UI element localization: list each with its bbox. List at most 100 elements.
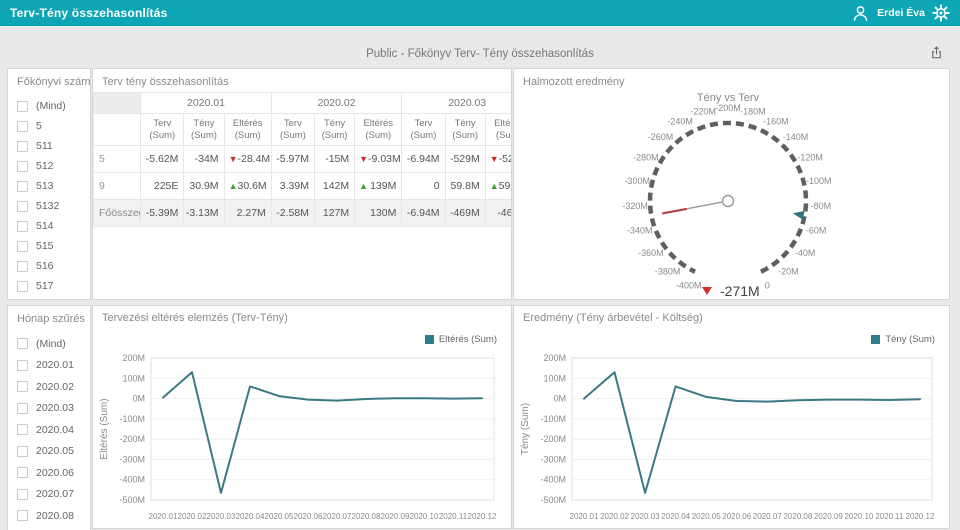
plot-border: [571, 357, 933, 501]
filter-option-label: 5: [36, 120, 42, 132]
account-filter-option[interactable]: 515: [17, 236, 90, 256]
checkbox[interactable]: [17, 381, 28, 393]
account-filter-option[interactable]: (Mind): [17, 96, 90, 116]
month-filter-option[interactable]: 2020.05: [17, 441, 90, 463]
gauge-tick-label: -80M: [811, 201, 832, 211]
gear-icon[interactable]: [932, 4, 950, 22]
month-filter-option[interactable]: 2020.01: [17, 355, 90, 377]
month-filter-option[interactable]: 2020.07: [17, 484, 90, 506]
terv-value-cell: -5.39M: [140, 199, 185, 227]
checkbox[interactable]: [17, 424, 28, 436]
comparison-table-title: Terv tény összehasonlítás: [102, 76, 229, 88]
variance-line-chart[interactable]: 200M 100M 0M -100M -200M -300M -400M -500M 2020.…: [93, 306, 511, 528]
table-corner-cell: [93, 92, 142, 114]
user-avatar-icon[interactable]: [851, 4, 870, 23]
filter-option-label: 2020.04: [36, 423, 74, 436]
account-filter-option[interactable]: 513: [17, 176, 90, 196]
terv-value-cell: 0: [401, 172, 446, 200]
account-filter-option[interactable]: 512: [17, 156, 90, 176]
page-title: Terv-Tény összehasonlítás: [10, 6, 168, 20]
teny-value-cell: -469M: [444, 199, 486, 227]
checkbox[interactable]: [17, 200, 28, 212]
checkbox[interactable]: [17, 510, 28, 522]
month-filter-option[interactable]: 2020.08: [17, 505, 90, 527]
gauge-tick-label: -240M: [667, 116, 693, 126]
x-tick-label: 2020.05: [265, 512, 294, 521]
elteres-value-cell: ▼ -9.03M: [354, 145, 403, 173]
y-tick-label: -200M: [540, 434, 566, 444]
elteres-value: 30.6M: [237, 180, 267, 192]
x-tick-label: 2020.08: [783, 512, 812, 521]
table-row[interactable]: 5 -5.62M -34M ▼ -28.4M -5.97M -15M ▼ -9.03M -6.94…: [93, 145, 511, 173]
month-header: 2020.02: [270, 92, 403, 114]
result-line-chart[interactable]: 200M 100M 0M -100M -200M -300M -400M -500M 2020.…: [514, 306, 949, 528]
terv-value-cell: 3.39M: [270, 172, 315, 200]
table-row[interactable]: Főösszeg -5.39M -3.13M 2.27M -2.58M 127M 130M -…: [93, 199, 511, 227]
x-tick-label: 2020.11: [439, 512, 468, 521]
checkbox[interactable]: [17, 488, 28, 500]
checkbox[interactable]: [17, 338, 28, 350]
table-empty-cell: [93, 113, 142, 146]
result-chart-panel: Eredmény (Tény árbevétel - Költség) Tény…: [513, 305, 950, 529]
gauge-tick-label: -180M: [740, 106, 766, 116]
month-filter-option[interactable]: 2020.02: [17, 376, 90, 398]
account-filter-option[interactable]: 514: [17, 216, 90, 236]
filter-option-label: 2020.07: [36, 488, 74, 501]
checkbox[interactable]: [17, 220, 28, 232]
account-filter-option[interactable]: 511: [17, 136, 90, 156]
elteres-value: -9.03M: [368, 153, 401, 165]
terv-value-cell: -5.97M: [270, 145, 315, 173]
checkbox[interactable]: [17, 359, 28, 371]
checkbox[interactable]: [17, 467, 28, 479]
checkbox[interactable]: [17, 240, 28, 252]
x-tick-label: 2020.07: [323, 512, 352, 521]
checkbox[interactable]: [17, 260, 28, 272]
gauge-needle-tip: [661, 207, 687, 215]
measure-header: Tény (Sum): [183, 113, 225, 146]
checkbox[interactable]: [17, 120, 28, 132]
gauge-tick-label: -360M: [638, 248, 664, 258]
checkbox[interactable]: [17, 100, 28, 112]
filter-option-label: 516: [36, 260, 54, 272]
table-row[interactable]: 9225E30.9M▲30.6M3.39M142M▲139M059.8M▲59.…: [93, 172, 511, 200]
account-filter-option[interactable]: 521: [17, 296, 90, 299]
checkbox[interactable]: [17, 280, 28, 292]
share-icon[interactable]: [929, 45, 944, 60]
breadcrumb: Public - Főkönyv Terv- Tény összehasonlí…: [366, 48, 594, 60]
checkbox[interactable]: [17, 445, 28, 457]
x-tick-label: 2020.08: [352, 512, 381, 521]
y-tick-label: 200M: [543, 353, 566, 363]
elteres-value: 59.8M: [498, 180, 511, 192]
x-tick-label: 2020.03: [631, 512, 660, 521]
month-filter-option[interactable]: 2020.06: [17, 462, 90, 484]
month-filter-option[interactable]: 2020.04: [17, 419, 90, 441]
gauge-panel: Halmozott eredmény Tény vs Terv 0 -20M -40M…: [513, 68, 950, 300]
account-filter-option[interactable]: 5132: [17, 196, 90, 216]
checkbox[interactable]: [17, 160, 28, 172]
checkbox[interactable]: [17, 140, 28, 152]
month-filter-option[interactable]: (Mind): [17, 333, 90, 355]
terv-value-cell: -5.62M: [140, 145, 185, 173]
checkbox[interactable]: [17, 180, 28, 192]
filter-option-label: 2020.01: [36, 359, 74, 372]
checkbox[interactable]: [17, 402, 28, 414]
month-filter-option[interactable]: 2020.03: [17, 398, 90, 420]
account-filter-option[interactable]: 517: [17, 276, 90, 296]
elteres-value: 139M: [370, 180, 397, 192]
gauge-tick-label: -340M: [627, 226, 653, 236]
elteres-value: -522M: [498, 153, 511, 165]
x-tick-label: 2020.04: [661, 512, 690, 521]
account-filter-option[interactable]: 516: [17, 256, 90, 276]
terv-value-cell: 225E: [140, 172, 185, 200]
x-tick-label: 2020.09: [814, 512, 843, 521]
filter-option-label: 515: [36, 240, 54, 252]
month-header: 2020.01: [140, 92, 272, 114]
measure-header: Eltérés(Sum): [484, 113, 511, 146]
x-tick-label: 2020.06: [722, 512, 751, 521]
gauge-chart[interactable]: Tény vs Terv0-20M-40M-60M-80M-100M-120M-…: [514, 69, 949, 299]
account-filter-option[interactable]: 5: [17, 116, 90, 136]
user-name[interactable]: Erdei Éva: [877, 7, 925, 19]
teny-value-cell: 142M: [313, 172, 356, 200]
elteres-value-cell: 2.27M: [223, 199, 272, 227]
filter-option-label: (Mind): [36, 100, 66, 112]
